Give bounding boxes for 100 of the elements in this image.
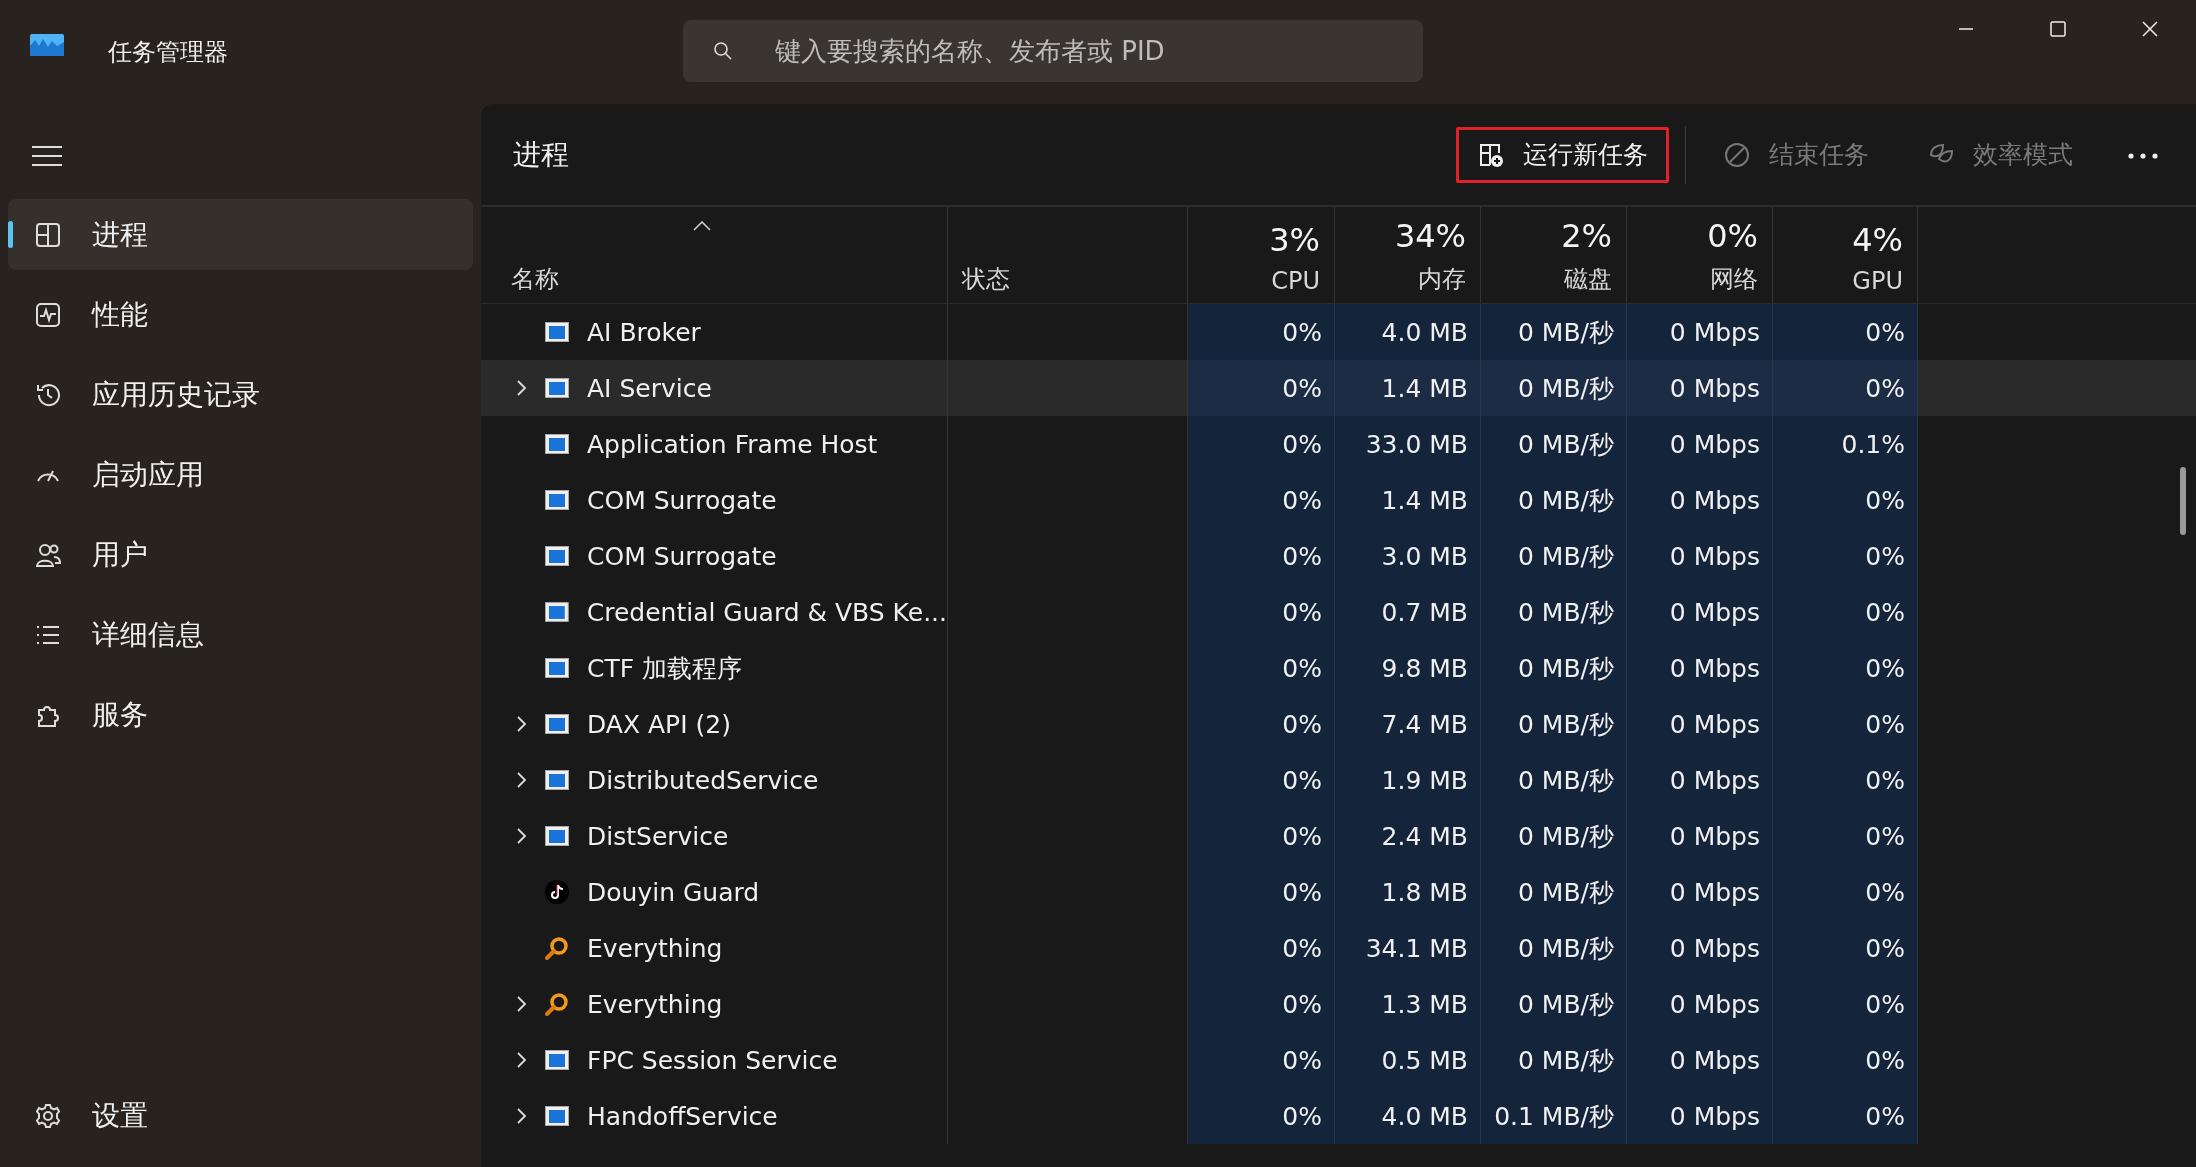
process-name-cell[interactable]: Application Frame Host (481, 416, 948, 472)
metric-cell: 7.4 MB (1335, 696, 1481, 752)
scrollbar-thumb[interactable] (2180, 467, 2186, 535)
metric-cell: 1.4 MB (1335, 360, 1481, 416)
metric-cell: 0% (1188, 976, 1335, 1032)
window-icon (545, 322, 569, 342)
metric-cell: 0% (1188, 528, 1335, 584)
selection-indicator (8, 221, 13, 248)
minimize-icon (1959, 28, 1973, 30)
metric-cell: 0 MB/秒 (1481, 360, 1627, 416)
metric-cell: 0 MB/秒 (1481, 696, 1627, 752)
metric-cell: 1.3 MB (1335, 976, 1481, 1032)
metric-cell: 0% (1773, 304, 1918, 360)
process-name-cell[interactable]: Douyin Guard (481, 864, 948, 920)
metric-cell: 1.9 MB (1335, 752, 1481, 808)
sidebar-item[interactable]: 服务 (8, 679, 473, 750)
process-name-cell[interactable]: Everything (481, 976, 948, 1032)
magnifier-icon (545, 992, 569, 1016)
column-header[interactable]: 4% GPU (1773, 207, 1918, 303)
metric-cell: 0% (1188, 1088, 1335, 1144)
sidebar-item[interactable]: 用户 (8, 519, 473, 590)
magnifier-icon (545, 936, 569, 960)
app-logo-icon (30, 34, 64, 56)
pulse-icon (34, 300, 62, 329)
metric-cell: 0% (1188, 1032, 1335, 1088)
metric-cell: 0% (1773, 584, 1918, 640)
sidebar-item[interactable]: 详细信息 (8, 599, 473, 670)
metric-cell: 33.0 MB (1335, 416, 1481, 472)
metric-cell: 4.0 MB (1335, 304, 1481, 360)
process-name-cell[interactable]: DistService (481, 808, 948, 864)
search-field[interactable]: 键入要搜索的名称、发布者或 PID (683, 20, 1423, 82)
window-icon (545, 714, 569, 734)
metric-cell: 0 Mbps (1627, 416, 1773, 472)
metric-cell: 0 Mbps (1627, 976, 1773, 1032)
process-name-cell[interactable]: DistributedService (481, 752, 948, 808)
settings-button[interactable]: 设置 (8, 1080, 473, 1151)
metric-cell: 0% (1773, 360, 1918, 416)
metric-cell: 34.1 MB (1335, 920, 1481, 976)
metric-cell: 0% (1188, 304, 1335, 360)
process-name-cell[interactable]: HandoffService (481, 1088, 948, 1144)
metric-cell: 0% (1188, 416, 1335, 472)
process-name-cell[interactable]: DAX API (2) (481, 696, 948, 752)
sidebar-item[interactable]: 进程 (8, 199, 473, 270)
column-header[interactable]: 34% 内存 (1335, 207, 1481, 303)
metric-cell: 0 Mbps (1627, 304, 1773, 360)
window-title: 任务管理器 (108, 37, 229, 68)
metric-cell: 0% (1773, 808, 1918, 864)
metric-cell: 0% (1188, 920, 1335, 976)
menu-icon (32, 145, 62, 167)
process-name-cell[interactable]: Credential Guard & VBS Ke... (481, 584, 948, 640)
metric-cell: 0% (1773, 752, 1918, 808)
process-name-cell[interactable]: AI Service (481, 360, 948, 416)
metric-cell: 2.4 MB (1335, 808, 1481, 864)
metric-cell: 0 MB/秒 (1481, 1032, 1627, 1088)
sidebar-item[interactable]: 应用历史记录 (8, 359, 473, 430)
sidebar-item[interactable]: 性能 (8, 279, 473, 350)
close-icon (2140, 19, 2160, 39)
window-icon (545, 546, 569, 566)
window-icon (545, 1106, 569, 1126)
metric-cell: 0 Mbps (1627, 528, 1773, 584)
metric-cell: 0.1 MB/秒 (1481, 1088, 1627, 1144)
column-header[interactable]: 3% CPU (1188, 207, 1335, 303)
metric-cell: 0% (1188, 808, 1335, 864)
column-header[interactable]: 名称 (481, 207, 948, 303)
highlighted-row[interactable]: AI Service 0% 1.4 MB 0 MB/秒 0 Mbps 0% (481, 360, 2196, 416)
metric-cell: 0 MB/秒 (1481, 920, 1627, 976)
sidebar-item[interactable]: 启动应用 (8, 439, 473, 510)
process-name-cell[interactable]: Everything (481, 920, 948, 976)
metric-cell: 0% (1188, 640, 1335, 696)
prohibited-icon (1723, 140, 1751, 169)
metric-cell: 0 Mbps (1627, 1032, 1773, 1088)
process-name-cell[interactable]: COM Surrogate (481, 472, 948, 528)
run-task-button[interactable]: 运行新任务 (1456, 126, 1669, 183)
metric-cell: 0 MB/秒 (1481, 416, 1627, 472)
window-icon (545, 826, 569, 846)
metric-cell: 0.1% (1773, 416, 1918, 472)
metric-cell: 0 Mbps (1627, 584, 1773, 640)
metric-cell: 0% (1773, 528, 1918, 584)
window-icon (545, 770, 569, 790)
metric-cell: 0 Mbps (1627, 864, 1773, 920)
metric-cell: 0% (1188, 696, 1335, 752)
process-name-cell[interactable]: CTF 加载程序 (481, 640, 948, 696)
metric-cell: 0 Mbps (1627, 920, 1773, 976)
metric-cell: 3.0 MB (1335, 528, 1481, 584)
metric-cell: 0% (1188, 752, 1335, 808)
column-header[interactable]: 状态 (948, 207, 1188, 303)
metric-cell: 0 Mbps (1627, 360, 1773, 416)
metric-cell: 0 Mbps (1627, 752, 1773, 808)
process-name-cell[interactable]: FPC Session Service (481, 1032, 948, 1088)
maximize-icon (2048, 19, 2068, 39)
metric-cell: 0% (1188, 864, 1335, 920)
column-header[interactable]: 2% 磁盘 (1481, 207, 1627, 303)
metric-cell: 0% (1188, 472, 1335, 528)
column-header[interactable]: 0% 网络 (1627, 207, 1773, 303)
metric-cell: 0 Mbps (1627, 640, 1773, 696)
settings-icon (34, 1101, 62, 1130)
metric-cell: 0% (1773, 1032, 1918, 1088)
metric-cell: 0% (1773, 864, 1918, 920)
process-name-cell[interactable]: COM Surrogate (481, 528, 948, 584)
metric-cell: 0% (1773, 1088, 1918, 1144)
